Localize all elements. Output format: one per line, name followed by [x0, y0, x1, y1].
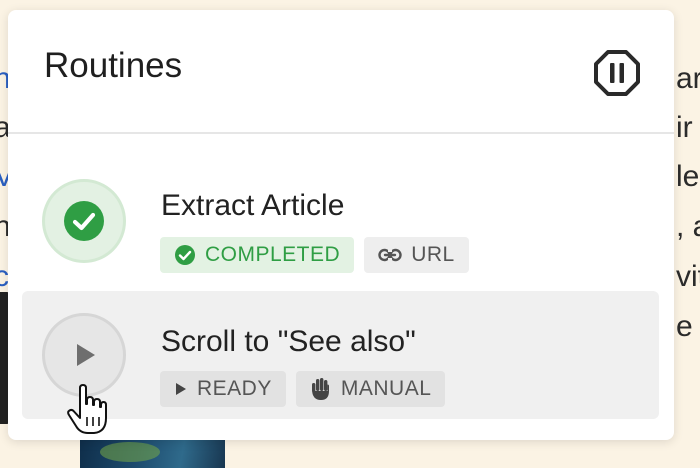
trigger-badge-manual: MANUAL [295, 371, 446, 407]
routines-panel: Routines Extract Article COMPLETED URL S… [8, 10, 674, 440]
routine-item-extract-article[interactable]: Extract Article COMPLETED URL [22, 141, 659, 273]
background-text-fragment: , a [676, 210, 700, 243]
panel-header: Routines [8, 10, 674, 132]
run-routine-button[interactable] [42, 313, 126, 397]
check-circle-icon [64, 201, 104, 241]
background-text-fragment: le [676, 160, 700, 193]
background-text-fragment: ar [676, 62, 700, 95]
chip-label: COMPLETED [205, 243, 341, 266]
background-text-fragment: e [676, 310, 693, 343]
chip-label: URL [411, 243, 455, 266]
pause-octagon-icon [594, 50, 640, 96]
background-text-fragment: ir [676, 111, 693, 144]
routine-chips: COMPLETED URL [160, 237, 469, 273]
check-circle-icon [174, 244, 196, 266]
routine-status-completed [42, 179, 126, 263]
play-icon [174, 381, 188, 397]
routine-chips: READY MANUAL [160, 371, 446, 407]
routine-title: Extract Article [161, 189, 345, 222]
pause-button[interactable] [592, 48, 642, 98]
panel-title: Routines [44, 46, 183, 85]
status-badge-completed: COMPLETED [160, 237, 355, 273]
chip-label: MANUAL [340, 377, 432, 400]
header-divider [8, 132, 674, 134]
background-image [80, 436, 225, 468]
play-icon [77, 344, 95, 366]
routine-title: Scroll to "See also" [161, 325, 416, 358]
hand-icon [310, 377, 332, 401]
link-icon [378, 247, 402, 263]
status-badge-ready: READY [160, 371, 286, 407]
routine-item-scroll-to-see-also[interactable]: Scroll to "See also" READY MANUAL [22, 291, 659, 419]
input-badge-url: URL [364, 237, 469, 273]
background-text-fragment: vit [676, 260, 700, 293]
chip-label: READY [197, 377, 272, 400]
